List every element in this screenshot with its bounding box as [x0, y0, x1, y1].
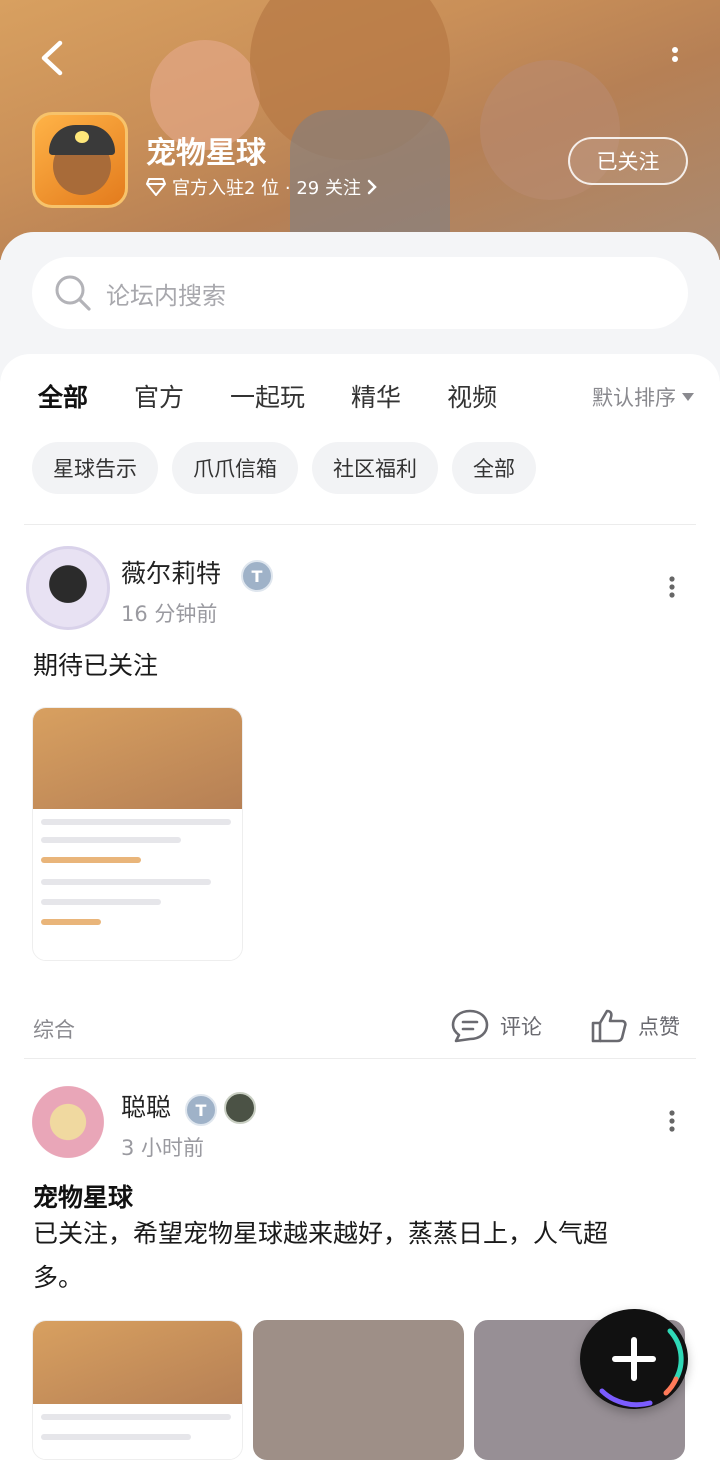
avatar[interactable] [26, 546, 110, 630]
feed-container: 全部 官方 一起玩 精华 视频 默认排序 星球告示 爪爪信箱 社区福利 全部 薇… [0, 354, 720, 1460]
forum-app-icon [32, 112, 128, 208]
post-card[interactable]: 薇尔莉特 T 16 分钟前 期待已关注 综合 评论 点赞 [0, 524, 720, 1064]
tab-video[interactable]: 视频 [447, 378, 497, 414]
create-post-button[interactable] [580, 1309, 688, 1409]
search-placeholder: 论坛内搜索 [106, 281, 226, 310]
post-image[interactable] [32, 707, 243, 961]
feed-tabs: 全部 官方 一起玩 精华 视频 [38, 378, 543, 420]
post-title: 宠物星球 [33, 1183, 134, 1212]
search-icon [55, 275, 91, 311]
like-button[interactable]: 点赞 [590, 1008, 680, 1044]
forum-title: 宠物星球 [146, 136, 266, 171]
verified-badge-icon: T [185, 1094, 217, 1126]
comment-label: 评论 [500, 1015, 542, 1039]
post-time: 16 分钟前 [121, 602, 218, 626]
achievement-badge-icon [224, 1092, 256, 1124]
forum-stats-link[interactable]: 官方入驻2 位 · 29 关注 [146, 174, 377, 200]
category-chips: 星球告示 爪爪信箱 社区福利 全部 [32, 442, 536, 494]
post-text: 期待已关注 [33, 651, 159, 680]
post-category[interactable]: 综合 [33, 1014, 75, 1044]
post-username[interactable]: 聪聪 [121, 1088, 171, 1124]
more-vertical-icon[interactable] [670, 46, 680, 72]
avatar[interactable] [26, 1080, 110, 1164]
back-icon[interactable] [38, 40, 68, 76]
diamond-icon [146, 178, 166, 196]
post-image[interactable] [253, 1320, 464, 1460]
tab-play-together[interactable]: 一起玩 [230, 378, 305, 414]
post-image[interactable] [32, 1320, 243, 1460]
tab-featured[interactable]: 精华 [351, 378, 401, 414]
chip-mailbox[interactable]: 爪爪信箱 [172, 442, 298, 494]
chip-welfare[interactable]: 社区福利 [312, 442, 438, 494]
post-text: 已关注，希望宠物星球越来越好，蒸蒸日上，人气超 [33, 1219, 609, 1248]
post-username[interactable]: 薇尔莉特 [121, 554, 221, 590]
thumbs-up-icon [591, 1009, 627, 1043]
post-more-icon[interactable] [668, 576, 676, 598]
forum-header-banner: 宠物星球 官方入驻2 位 · 29 关注 已关注 [0, 0, 720, 260]
chip-all[interactable]: 全部 [452, 442, 536, 494]
caret-down-icon [682, 393, 694, 401]
verified-badge-icon: T [241, 560, 273, 592]
fab-ring-decoration [599, 1328, 684, 1408]
forum-sheet: 论坛内搜索 全部 官方 一起玩 精华 视频 默认排序 星球告示 爪爪信箱 社区福… [0, 232, 720, 1460]
follow-button[interactable]: 已关注 [568, 137, 688, 185]
post-time: 3 小时前 [121, 1136, 205, 1160]
sort-label: 默认排序 [592, 386, 676, 410]
like-label: 点赞 [638, 1015, 680, 1039]
comment-button[interactable]: 评论 [450, 1008, 542, 1044]
tab-official[interactable]: 官方 [134, 378, 184, 414]
sort-dropdown[interactable]: 默认排序 [592, 382, 694, 412]
search-input[interactable]: 论坛内搜索 [32, 257, 688, 329]
tab-all[interactable]: 全部 [38, 378, 88, 420]
forum-stats-text: 官方入驻2 位 · 29 关注 [172, 178, 361, 199]
chip-announcements[interactable]: 星球告示 [32, 442, 158, 494]
post-more-icon[interactable] [668, 1110, 676, 1132]
post-text: 多。 [33, 1263, 84, 1292]
chevron-right-icon [367, 179, 377, 195]
comment-icon [451, 1009, 489, 1043]
